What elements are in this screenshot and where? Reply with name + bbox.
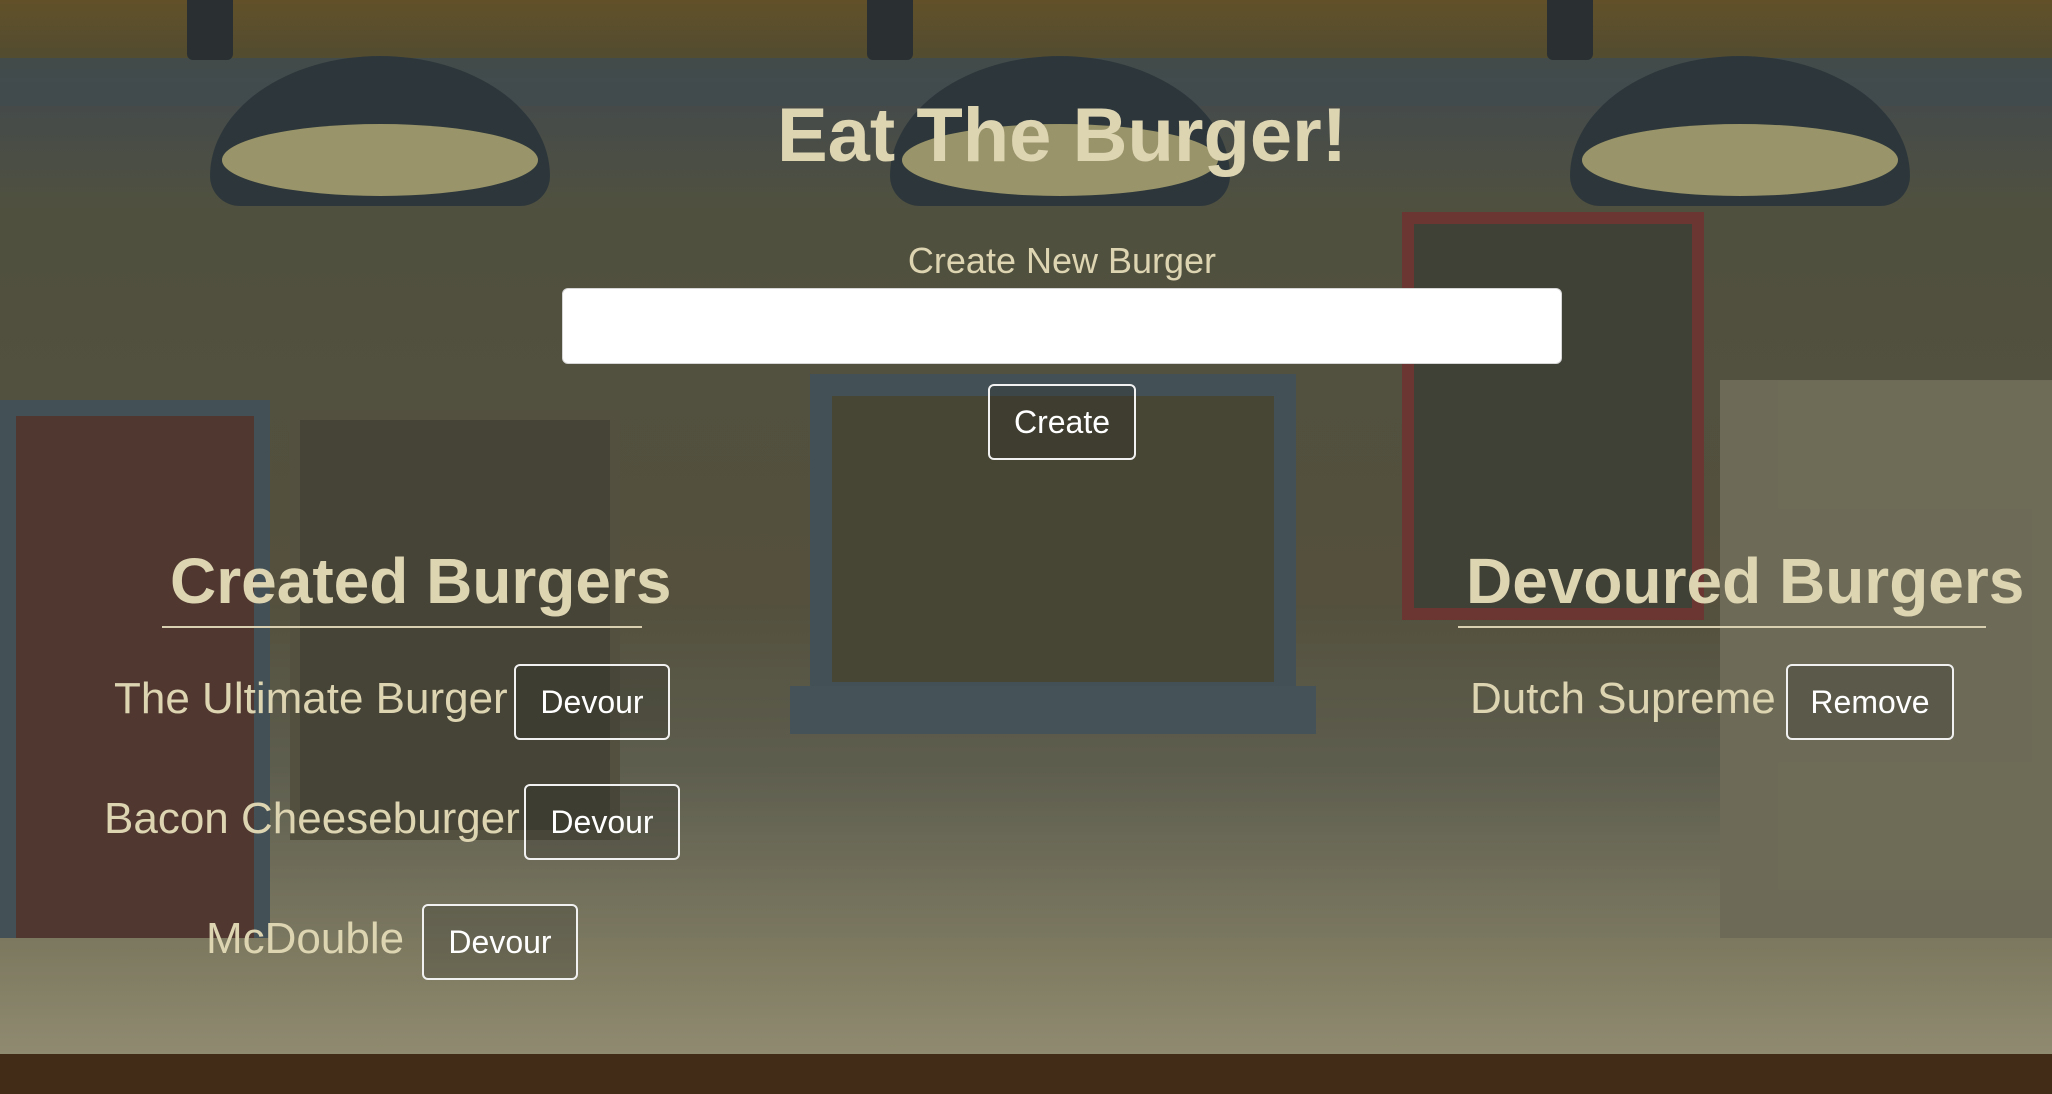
remove-button[interactable]: Remove — [1786, 664, 1954, 740]
created-burgers-heading: Created Burgers — [170, 545, 672, 617]
page-root: Eat The Burger! Create New Burger Create… — [0, 0, 2052, 1094]
created-burger-name: Bacon Cheeseburger — [104, 794, 520, 843]
devoured-divider — [1458, 626, 1986, 628]
devoured-burger-name: Dutch Supreme — [1470, 674, 1776, 723]
page-title: Eat The Burger! — [776, 93, 1348, 178]
created-burger-name: The Ultimate Burger — [114, 674, 508, 723]
burger-name-input[interactable] — [562, 288, 1562, 364]
create-burger-label: Create New Burger — [907, 240, 1217, 281]
create-button[interactable]: Create — [988, 384, 1136, 460]
created-divider — [162, 626, 642, 628]
devour-button[interactable]: Devour — [422, 904, 578, 980]
created-burger-name: McDouble — [206, 914, 405, 963]
devour-button[interactable]: Devour — [524, 784, 680, 860]
devoured-burgers-heading: Devoured Burgers — [1466, 545, 2025, 617]
devour-button[interactable]: Devour — [514, 664, 670, 740]
